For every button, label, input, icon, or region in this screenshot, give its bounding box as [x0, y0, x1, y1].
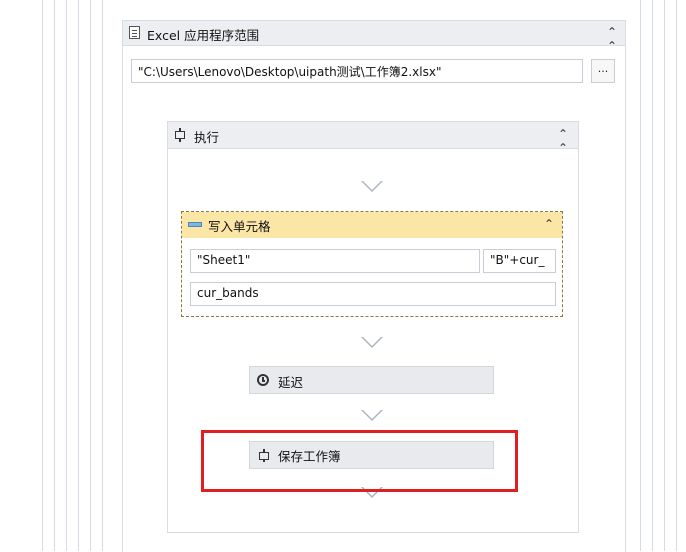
- collapse-icon[interactable]: ⌃: [544, 217, 554, 231]
- drop-arrow-icon: [361, 337, 383, 348]
- execute-title: 执行: [194, 130, 220, 145]
- workbook-path-input[interactable]: "C:\Users\Lenovo\Desktop\uipath测试\工作簿2.x…: [131, 59, 583, 83]
- guide-line: [652, 0, 653, 551]
- excel-scope-header[interactable]: Excel 应用程序范围 ⌃ ⌃: [123, 21, 625, 53]
- guide-line: [66, 0, 67, 551]
- sheet-name-input[interactable]: "Sheet1": [190, 249, 480, 273]
- execute-header[interactable]: 执行 ⌃ ⌃: [168, 122, 578, 155]
- drop-arrow-icon: [361, 410, 383, 421]
- range-input[interactable]: "B"+cur_: [483, 249, 556, 273]
- guide-line: [42, 0, 43, 551]
- write-cell-title: 写入单元格: [208, 219, 271, 234]
- guide-line: [664, 0, 665, 551]
- drop-arrow-icon: [361, 181, 383, 192]
- guide-line: [78, 0, 79, 551]
- guide-line: [54, 0, 55, 551]
- write-cell-header[interactable]: 写入单元格 ⌃: [182, 212, 562, 238]
- value-input[interactable]: cur_bands: [190, 282, 556, 306]
- excel-scope-icon: [129, 26, 140, 39]
- guide-line: [676, 0, 677, 551]
- save-workbook-icon: [258, 449, 270, 462]
- clock-icon: [257, 374, 269, 386]
- delay-activity[interactable]: 延迟: [249, 366, 494, 394]
- save-workbook-title: 保存工作簿: [278, 449, 341, 464]
- delay-title: 延迟: [278, 375, 304, 390]
- collapse-icon[interactable]: ⌃ ⌃: [558, 127, 568, 155]
- save-workbook-activity[interactable]: 保存工作簿: [249, 441, 494, 469]
- guide-line: [102, 0, 103, 551]
- write-cell-activity[interactable]: 写入单元格 ⌃ "Sheet1" "B"+cur_ cur_bands: [181, 211, 563, 317]
- drop-arrow-icon: [361, 487, 383, 498]
- write-cell-icon: [188, 222, 202, 227]
- guide-line: [90, 0, 91, 551]
- collapse-icon[interactable]: ⌃ ⌃: [607, 25, 617, 53]
- guide-line: [640, 0, 641, 551]
- browse-button[interactable]: ...: [591, 59, 615, 83]
- excel-scope-title: Excel 应用程序范围: [147, 28, 260, 43]
- execute-icon: [174, 128, 187, 142]
